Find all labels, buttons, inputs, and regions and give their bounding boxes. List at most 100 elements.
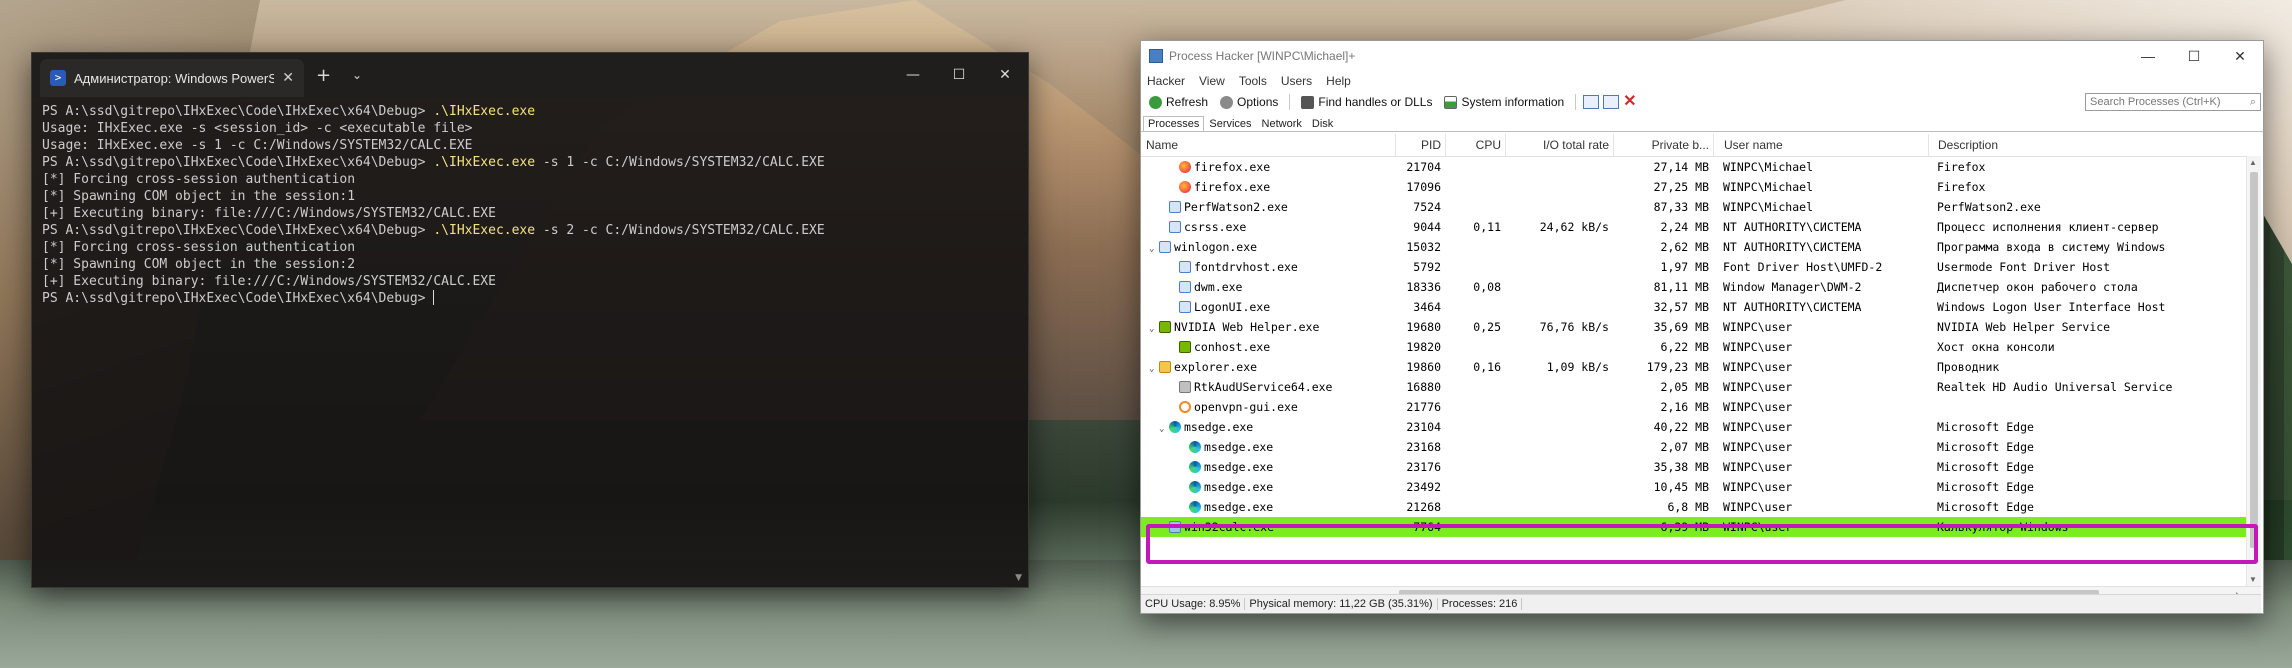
ph-titlebar[interactable]: Process Hacker [WINPC\Michael]+ — ☐ ✕ — [1141, 41, 2263, 71]
tab-disk[interactable]: Disk — [1307, 116, 1338, 131]
process-row[interactable]: dwm.exe 18336 0,08 81,11 MB Window Manager\D… — [1141, 277, 2261, 297]
menu-users[interactable]: Users — [1281, 74, 1312, 88]
process-row[interactable]: msedge.exe 23168 2,07 MB WINPC\user Microsof… — [1141, 437, 2261, 457]
process-name-cell[interactable]: msedge.exe — [1141, 437, 1396, 457]
process-hacker-window[interactable]: Process Hacker [WINPC\Michael]+ — ☐ ✕ Ha… — [1140, 40, 2264, 614]
col-user[interactable]: User name — [1719, 134, 1929, 156]
process-name-cell[interactable]: msedge.exe — [1141, 457, 1396, 477]
process-row[interactable]: msedge.exe 23176 35,38 MB WINPC\user Microso… — [1141, 457, 2261, 477]
process-name-cell[interactable]: firefox.exe — [1141, 157, 1396, 177]
process-name-cell[interactable]: ⌄ explorer.exe — [1141, 357, 1396, 379]
process-name-cell[interactable]: PerfWatson2.exe — [1141, 197, 1396, 217]
process-row[interactable]: LogonUI.exe 3464 32,57 MB NT AUTHORITY\СИСТ… — [1141, 297, 2261, 317]
col-name[interactable]: Name — [1141, 134, 1396, 156]
terminal-output[interactable]: PS A:\ssd\gitrepo\IHxExec\Code\IHxExec\x… — [32, 97, 1028, 313]
process-row[interactable]: msedge.exe 21268 6,8 MB WINPC\user Microsoft… — [1141, 497, 2261, 517]
process-user: WINPC\user — [1723, 520, 1793, 534]
terminal-maximize-button[interactable]: ☐ — [936, 53, 982, 97]
menu-view[interactable]: View — [1199, 74, 1225, 88]
process-name-cell[interactable]: firefox.exe — [1141, 177, 1396, 197]
vertical-scroll-thumb[interactable] — [2250, 172, 2258, 548]
process-row[interactable]: RtkAudUService64.exe 16880 2,05 MB WINPC\us… — [1141, 377, 2261, 397]
menu-hacker[interactable]: Hacker — [1147, 74, 1185, 88]
col-description[interactable]: Description — [1933, 134, 2261, 156]
find-handles-button[interactable]: Find handles or DLLs — [1297, 95, 1436, 109]
process-row[interactable]: fontdrvhost.exe 5792 1,97 MB Font Driver Ho… — [1141, 257, 2261, 277]
expand-chevron-icon[interactable]: ⌄ — [1149, 239, 1159, 259]
expand-chevron-icon[interactable]: ⌄ — [1149, 319, 1159, 339]
process-name-cell[interactable]: LogonUI.exe — [1141, 297, 1396, 317]
menu-help[interactable]: Help — [1326, 74, 1351, 88]
ph-close-button[interactable]: ✕ — [2217, 41, 2263, 71]
process-row[interactable]: firefox.exe 21704 27,14 MB WINPC\Michael Fir… — [1141, 157, 2261, 177]
new-tab-button[interactable]: + — [316, 65, 331, 86]
process-name-cell[interactable]: RtkAudUService64.exe — [1141, 377, 1396, 397]
search-input[interactable]: Search Processes (Ctrl+K) ⌕ — [2085, 93, 2261, 111]
terminal-scroll-down-icon[interactable]: ▼ — [1015, 573, 1022, 583]
col-cpu[interactable]: CPU — [1446, 134, 1506, 156]
process-private-bytes: 179,23 MB — [1646, 360, 1709, 374]
tab-dropdown-icon[interactable]: ⌄ — [352, 68, 362, 82]
process-name-cell[interactable]: csrss.exe — [1141, 217, 1396, 237]
process-name: msedge.exe — [1204, 500, 1274, 514]
process-row[interactable]: firefox.exe 17096 27,25 MB WINPC\Michael Fir… — [1141, 177, 2261, 197]
process-cpu: 0,16 — [1473, 360, 1501, 374]
terminal-line: [*] Spawning COM object in the session:1 — [42, 188, 1018, 205]
ph-maximize-button[interactable]: ☐ — [2171, 41, 2217, 71]
terminal-text: [*] Spawning COM object in the session:1 — [42, 189, 356, 204]
process-name-cell[interactable]: openvpn-gui.exe — [1141, 397, 1396, 417]
process-name-cell[interactable]: conhost.exe — [1141, 337, 1396, 357]
text-cursor — [433, 290, 435, 305]
process-row[interactable]: csrss.exe 9044 0,11 24,62 kB/s 2,24 MB NT AUT… — [1141, 217, 2261, 237]
process-table[interactable]: Name PID CPU I/O total rate Private b...… — [1141, 134, 2261, 607]
process-cpu: 0,11 — [1473, 220, 1501, 234]
terminal-titlebar[interactable]: > Администратор: Windows PowerShell ✕ + … — [32, 53, 1028, 97]
process-row[interactable]: msedge.exe 23492 10,45 MB WINPC\user Microso… — [1141, 477, 2261, 497]
process-name-cell[interactable]: msedge.exe — [1141, 477, 1396, 497]
process-row[interactable]: ⌄ NVIDIA Web Helper.exe 19680 0,25 76,76 kB/… — [1141, 317, 2261, 337]
terminal-close-button[interactable]: ✕ — [982, 53, 1028, 97]
menu-tools[interactable]: Tools — [1239, 74, 1267, 88]
terminate-icon[interactable]: ✕ — [1623, 94, 1636, 110]
refresh-button[interactable]: Refresh — [1145, 95, 1212, 109]
window-icon[interactable] — [1583, 95, 1600, 109]
expand-chevron-icon[interactable]: ⌄ — [1159, 419, 1169, 439]
process-row-selected[interactable]: win32calc.exe 7764 6,39 MB WINPC\user Кальку… — [1141, 517, 2261, 537]
tab-network[interactable]: Network — [1257, 116, 1307, 131]
scroll-down-icon[interactable]: ▼ — [2249, 575, 2257, 584]
terminal-text: [*] Forcing cross-session authentication — [42, 172, 356, 187]
ph-minimize-button[interactable]: — — [2125, 41, 2171, 71]
process-name-cell[interactable]: win32calc.exe — [1141, 517, 1396, 537]
terminal-minimize-button[interactable]: — — [890, 53, 936, 97]
col-pid[interactable]: PID — [1396, 134, 1446, 156]
vertical-scrollbar[interactable]: ▲ ▼ — [2246, 156, 2261, 586]
process-name-cell[interactable]: fontdrvhost.exe — [1141, 257, 1396, 277]
process-name-cell[interactable]: ⌄ winlogon.exe — [1141, 237, 1396, 259]
process-name-cell[interactable]: dwm.exe — [1141, 277, 1396, 297]
process-row[interactable]: PerfWatson2.exe 7524 87,33 MB WINPC\Michael… — [1141, 197, 2261, 217]
process-name-cell[interactable]: ⌄ msedge.exe — [1141, 417, 1396, 439]
process-row[interactable]: ⌄ msedge.exe 23104 40,22 MB WINPC\user Micros… — [1141, 417, 2261, 437]
terminal-text: [*] Forcing cross-session authentication — [42, 240, 356, 255]
process-name-cell[interactable]: msedge.exe — [1141, 497, 1396, 517]
system-info-button[interactable]: System information — [1440, 95, 1568, 109]
process-name-cell[interactable]: ⌄ NVIDIA Web Helper.exe — [1141, 317, 1396, 339]
col-private-bytes[interactable]: Private b... — [1614, 134, 1714, 156]
process-row[interactable]: conhost.exe 19820 6,22 MB WINPC\user Хост ок… — [1141, 337, 2261, 357]
expand-chevron-icon[interactable]: ⌄ — [1149, 359, 1159, 379]
terminal-line: Usage: IHxExec.exe -s 1 -c C:/Windows/SY… — [42, 137, 1018, 154]
scroll-up-icon[interactable]: ▲ — [2249, 158, 2257, 167]
tab-processes[interactable]: Processes — [1143, 116, 1205, 131]
tab-services[interactable]: Services — [1204, 116, 1256, 131]
process-row[interactable]: openvpn-gui.exe 21776 2,16 MB WINPC\user — [1141, 397, 2261, 417]
col-io[interactable]: I/O total rate — [1506, 134, 1614, 156]
process-row[interactable]: ⌄ explorer.exe 19860 0,16 1,09 kB/s 179,23 MB… — [1141, 357, 2261, 377]
window-refresh-icon[interactable] — [1603, 95, 1620, 109]
options-button[interactable]: Options — [1216, 95, 1282, 109]
terminal-window[interactable]: > Администратор: Windows PowerShell ✕ + … — [31, 52, 1029, 588]
process-row[interactable]: ⌄ winlogon.exe 15032 2,62 MB NT AUTHORITY\СИ… — [1141, 237, 2261, 257]
process-user: Font Driver Host\UMFD-2 — [1723, 260, 1883, 274]
terminal-tab[interactable]: > Администратор: Windows PowerShell ✕ — [40, 59, 304, 97]
process-icon — [1169, 421, 1181, 433]
tab-close-icon[interactable]: ✕ — [282, 70, 294, 86]
